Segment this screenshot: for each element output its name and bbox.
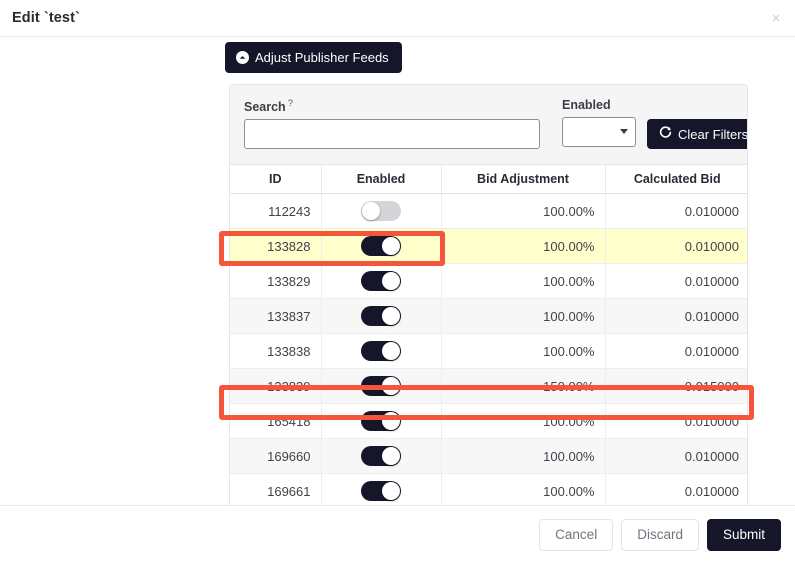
cancel-button[interactable]: Cancel [539,518,614,552]
search-label: Search? [244,98,540,114]
table-row[interactable]: 169660 100.00% 0.010000 [230,438,747,475]
cell-enabled [321,438,442,475]
clear-filters-label: Clear Filters [678,126,748,142]
toggle-knob [382,447,400,466]
cell-calculated-bid: 0.010000 [605,228,747,265]
cell-bid-adjustment: 100.00% [441,263,606,300]
enabled-toggle[interactable] [361,411,401,432]
enabled-toggle[interactable] [361,376,401,397]
discard-button[interactable]: Discard [621,518,699,552]
cell-bid-adjustment: 150.00% [441,368,606,405]
circle-chevron-up-icon [236,51,249,64]
column-header-calculated-bid[interactable]: Calculated Bid [605,165,747,195]
cell-id: 133839 [230,368,322,405]
column-header-id[interactable]: ID [230,165,322,195]
table-row[interactable]: 133828 100.00% 0.010000 [230,228,747,265]
cell-id: 165418 [230,403,322,440]
submit-button[interactable]: Submit [706,518,781,552]
table-row[interactable]: 165418 100.00% 0.010000 [230,403,747,440]
table-header-row: ID Enabled Bid Adjustment Calculated Bid [230,165,747,195]
cell-enabled [321,298,442,335]
cell-calculated-bid: 0.015000 [605,368,747,405]
modal-footer: Cancel Discard Submit [0,505,795,564]
table-row[interactable]: 133829 100.00% 0.010000 [230,263,747,300]
publisher-feeds-panel: Search? Enabled Clear Filters ID Enabled… [229,84,748,505]
page-title: Edit `test` [12,10,80,26]
refresh-icon [659,126,672,142]
close-icon[interactable]: × [767,9,785,27]
modal-body: Adjust Publisher Feeds Search? Enabled C… [0,37,795,505]
cell-id: 169660 [230,438,322,475]
toggle-knob [382,412,400,431]
toggle-knob [382,237,400,256]
cell-enabled [321,473,442,505]
publisher-feeds-table: ID Enabled Bid Adjustment Calculated Bid… [230,165,747,505]
edit-modal: Edit `test` × Adjust Publisher Feeds Sea… [0,0,795,564]
table-body: 112243 100.00% 0.010000 133828 100.00% 0.0100… [230,193,747,505]
clear-filters-button[interactable]: Clear Filters [647,119,748,149]
cell-bid-adjustment: 100.00% [441,333,606,370]
cell-bid-adjustment: 100.00% [441,438,606,475]
cell-calculated-bid: 0.010000 [605,298,747,335]
cell-enabled [321,193,442,230]
toggle-knob [382,482,400,501]
enabled-toggle[interactable] [361,201,401,222]
cell-enabled [321,333,442,370]
adjust-publisher-feeds-button[interactable]: Adjust Publisher Feeds [225,42,402,73]
column-header-bid-adjustment[interactable]: Bid Adjustment [441,165,606,195]
table-row[interactable]: 133839 150.00% 0.015000 [230,368,747,405]
content-column: Adjust Publisher Feeds Search? Enabled C… [225,42,748,505]
toggle-knob [382,272,400,291]
cell-calculated-bid: 0.010000 [605,473,747,505]
cell-calculated-bid: 0.010000 [605,263,747,300]
cell-calculated-bid: 0.010000 [605,403,747,440]
table-row[interactable]: 112243 100.00% 0.010000 [230,193,747,230]
table-row[interactable]: 169661 100.00% 0.010000 [230,473,747,505]
toggle-knob [362,202,380,221]
cell-bid-adjustment: 100.00% [441,298,606,335]
cell-enabled [321,368,442,405]
enabled-toggle[interactable] [361,446,401,467]
enabled-filter-group: Enabled [562,98,636,147]
cell-calculated-bid: 0.010000 [605,193,747,230]
cell-bid-adjustment: 100.00% [441,473,606,505]
filter-bar: Search? Enabled Clear Filters [230,85,748,166]
search-help-icon[interactable]: ? [288,98,293,109]
table-row[interactable]: 133837 100.00% 0.010000 [230,298,747,335]
enabled-toggle[interactable] [361,481,401,502]
search-input[interactable] [244,119,540,150]
toggle-knob [382,377,400,396]
enabled-select[interactable] [562,117,636,147]
toggle-knob [382,307,400,326]
enabled-select-wrap [562,117,636,147]
cell-enabled [321,228,442,265]
cell-id: 169661 [230,473,322,505]
cell-enabled [321,403,442,440]
cell-id: 112243 [230,193,322,230]
cell-bid-adjustment: 100.00% [441,228,606,265]
cell-calculated-bid: 0.010000 [605,438,747,475]
cell-id: 133837 [230,298,322,335]
cell-id: 133828 [230,228,322,265]
cell-id: 133838 [230,333,322,370]
cell-enabled [321,263,442,300]
search-filter-group: Search? [244,98,540,150]
enabled-toggle[interactable] [361,236,401,257]
adjust-publisher-feeds-label: Adjust Publisher Feeds [255,50,389,65]
search-label-text: Search [244,100,286,115]
modal-header: Edit `test` × [0,0,795,37]
toggle-knob [382,342,400,361]
cell-id: 133829 [230,263,322,300]
cell-calculated-bid: 0.010000 [605,333,747,370]
cell-bid-adjustment: 100.00% [441,193,606,230]
column-header-enabled[interactable]: Enabled [321,165,442,195]
enabled-toggle[interactable] [361,306,401,327]
table-head: ID Enabled Bid Adjustment Calculated Bid [230,165,747,195]
enabled-toggle[interactable] [361,271,401,292]
enabled-label: Enabled [562,98,611,112]
enabled-toggle[interactable] [361,341,401,362]
table-row[interactable]: 133838 100.00% 0.010000 [230,333,747,370]
cell-bid-adjustment: 100.00% [441,403,606,440]
